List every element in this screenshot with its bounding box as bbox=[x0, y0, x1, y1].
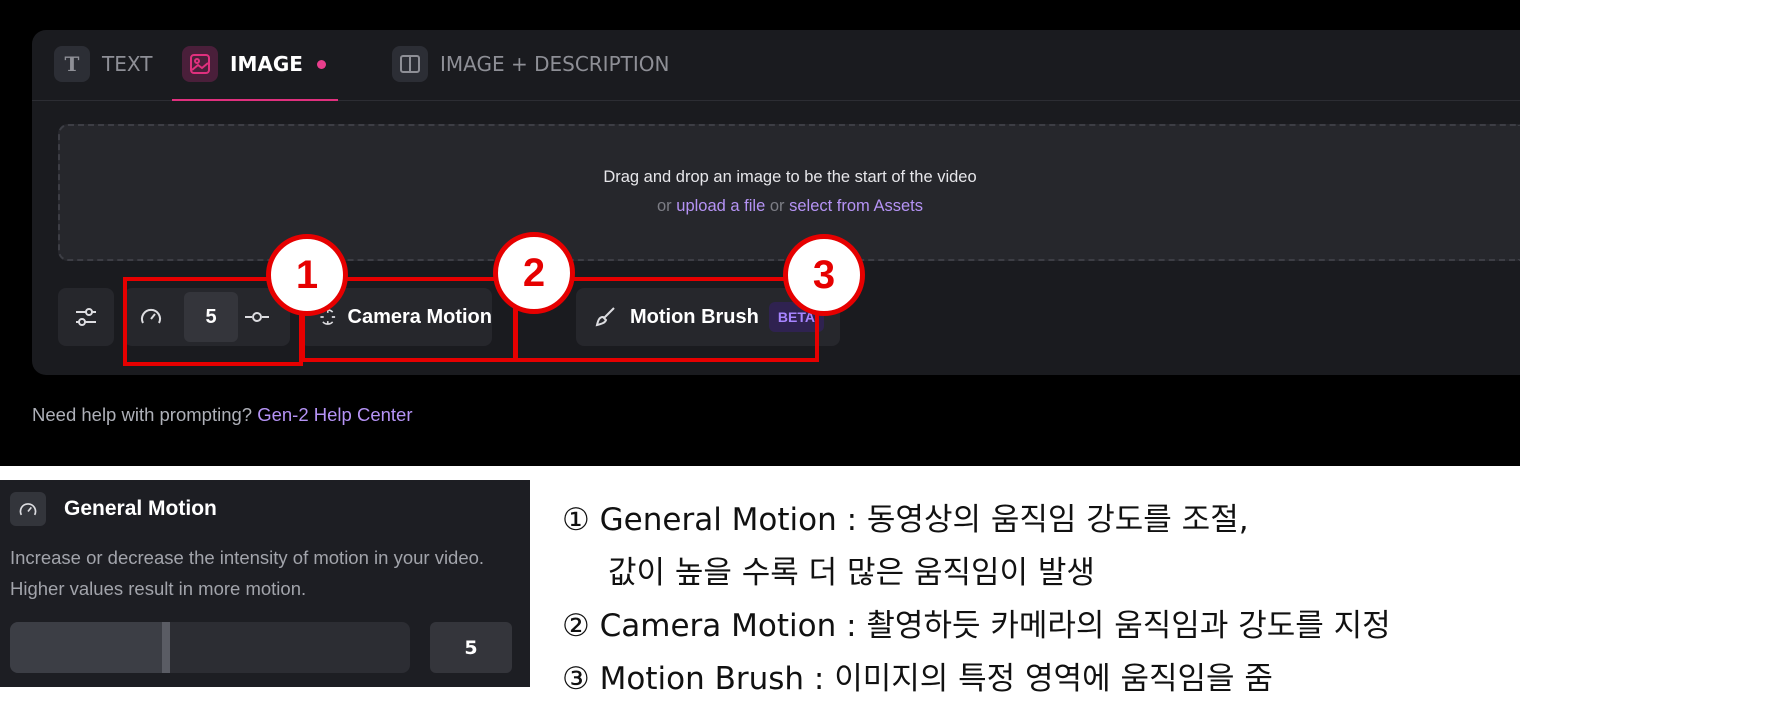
text-icon: T bbox=[54, 46, 90, 82]
general-motion-popover: General Motion Increase or decrease the … bbox=[0, 480, 530, 687]
annotation-badge-3: 3 bbox=[783, 234, 865, 316]
tab-image[interactable]: IMAGE bbox=[172, 46, 338, 101]
note-general-motion-cont: 값이 높을 수록 더 많은 움직임이 발생 bbox=[608, 555, 1095, 591]
tab-image-description-label: IMAGE + DESCRIPTION bbox=[440, 52, 670, 76]
tab-text[interactable]: T TEXT bbox=[54, 46, 153, 98]
dropzone-options: or upload a file or select from Assets bbox=[60, 197, 1520, 216]
popover-header: General Motion bbox=[10, 492, 217, 526]
annotation-badge-1: 1 bbox=[266, 234, 348, 316]
dropzone-or-text: or bbox=[657, 197, 677, 215]
note-motion-brush: ③ Motion Brush : 이미지의 특정 영역에 움직임을 줌 bbox=[562, 661, 1273, 697]
dropzone-instruction: Drag and drop an image to be the start o… bbox=[603, 168, 977, 186]
tab-image-label: IMAGE bbox=[230, 52, 303, 76]
tab-text-label: TEXT bbox=[102, 52, 153, 76]
general-motion-value-box[interactable]: 5 bbox=[430, 622, 512, 673]
select-assets-link[interactable]: select from Assets bbox=[789, 197, 923, 215]
settings-button[interactable] bbox=[58, 288, 114, 346]
split-layout-icon bbox=[392, 46, 428, 82]
sliders-icon bbox=[76, 308, 96, 326]
dropzone-or-text-2: or bbox=[765, 197, 790, 215]
image-dropzone[interactable]: Drag and drop an image to be the start o… bbox=[58, 124, 1520, 261]
runway-app-screenshot: T TEXT IMAGE IMAGE + DESCRIPTION Drag an… bbox=[0, 0, 1520, 466]
help-center-link[interactable]: Gen-2 Help Center bbox=[257, 404, 412, 425]
tab-image-description[interactable]: IMAGE + DESCRIPTION bbox=[392, 46, 670, 98]
help-text: Need help with prompting? bbox=[32, 404, 258, 425]
upload-file-link[interactable]: upload a file bbox=[676, 197, 765, 215]
active-dot-indicator bbox=[316, 60, 326, 69]
general-motion-slider[interactable] bbox=[10, 622, 410, 673]
gauge-icon bbox=[10, 492, 46, 526]
slider-fill[interactable] bbox=[10, 622, 170, 673]
note-camera-motion: ② Camera Motion : 촬영하듯 카메라의 움직임과 강도를 지정 bbox=[562, 608, 1391, 644]
annotation-badge-2: 2 bbox=[493, 232, 575, 314]
mode-tabs: T TEXT IMAGE IMAGE + DESCRIPTION bbox=[32, 30, 1520, 101]
popover-title: General Motion bbox=[64, 497, 217, 520]
help-prompting: Need help with prompting? Gen-2 Help Cen… bbox=[32, 404, 413, 426]
korean-notes: ① General Motion : 동영상의 움직임 강도를 조절, 값이 높… bbox=[562, 494, 1762, 706]
image-icon bbox=[182, 46, 218, 82]
popover-description: Increase or decrease the intensity of mo… bbox=[10, 547, 485, 599]
note-general-motion: ① General Motion : 동영상의 움직임 강도를 조절, bbox=[562, 502, 1249, 538]
